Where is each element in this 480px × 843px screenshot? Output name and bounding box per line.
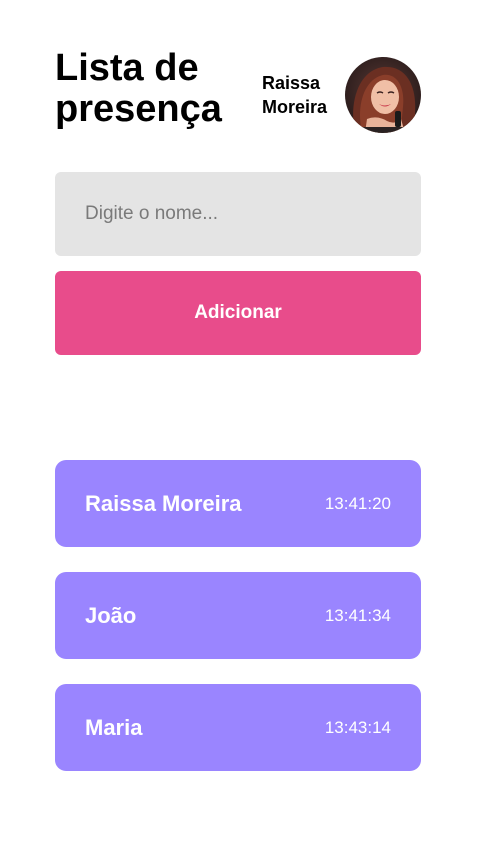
list-item: Maria 13:43:14 (55, 684, 421, 771)
user-profile: Raissa Moreira (262, 57, 421, 133)
add-button[interactable]: Adicionar (55, 271, 421, 355)
attendee-list: Raissa Moreira 13:41:20 João 13:41:34 Ma… (55, 460, 421, 796)
avatar (345, 57, 421, 133)
attendance-page: Lista de presença Raissa Moreira Digite … (0, 0, 480, 843)
name-input[interactable] (55, 172, 421, 256)
list-item: Raissa Moreira 13:41:20 (55, 460, 421, 547)
attendee-name: Maria (85, 714, 143, 740)
attendee-time: 13:43:14 (324, 717, 391, 737)
attendee-time: 13:41:20 (324, 493, 391, 513)
attendee-name: João (85, 602, 137, 628)
header: Lista de presença Raissa Moreira (55, 48, 421, 144)
attendee-time: 13:41:34 (324, 605, 391, 625)
attendee-name: Raissa Moreira (85, 490, 242, 516)
user-name: Raissa Moreira (262, 73, 328, 117)
list-item: João 13:41:34 (55, 572, 421, 659)
page-title: Lista de presença (55, 47, 222, 130)
avatar-photo (345, 57, 421, 133)
